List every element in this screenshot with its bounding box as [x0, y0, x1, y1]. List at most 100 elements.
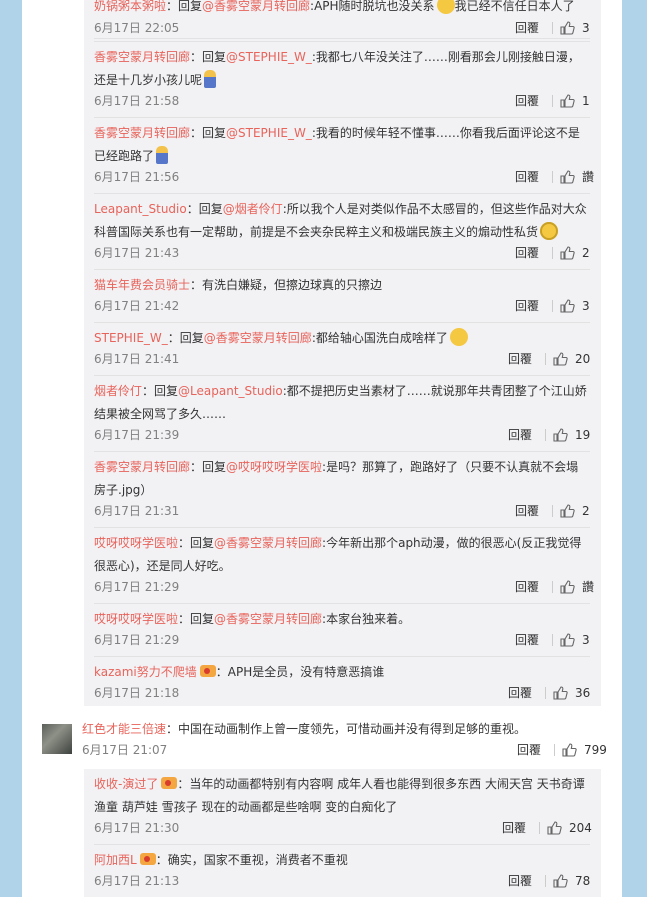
vip-badge-icon [161, 777, 178, 789]
reply-comment: 香雾空蒙月转回廊：回复@STEPHIE_W_:我看的时候年轻不懂事……你看我后面… [94, 122, 594, 187]
like-count: 讚 [582, 170, 595, 184]
reply-button[interactable]: 回覆 [515, 91, 539, 111]
thumbs-up-icon [553, 686, 568, 700]
figure-emoji-icon [204, 70, 217, 88]
commenter-name[interactable]: 烟者伶仃 [94, 384, 142, 398]
commenter-name[interactable]: 收收-演过了 [94, 777, 158, 791]
row-divider [94, 375, 590, 376]
comment-meta: 6月17日 21:39 回覆 19 [94, 425, 590, 445]
like-count: 19 [575, 428, 591, 442]
divider [552, 634, 553, 646]
row-divider [94, 269, 590, 270]
divider [545, 687, 546, 699]
glasses-emoji-icon [540, 222, 559, 240]
commenter-name[interactable]: 香雾空蒙月转回廊 [94, 50, 190, 64]
like-count: 3 [582, 299, 590, 313]
commenter-name[interactable]: 香雾空蒙月转回廊 [94, 126, 190, 140]
thumbs-up-icon [560, 21, 575, 35]
commenter-name[interactable]: 哎呀哎呀学医啦 [94, 612, 178, 626]
divider [552, 581, 553, 593]
mention-link[interactable]: @哎呀哎呀学医啦 [226, 460, 322, 474]
timestamp: 6月17日 21:29 [94, 580, 180, 594]
reply-button[interactable]: 回覆 [508, 349, 532, 369]
comment-meta: 6月17日 22:05 回覆 3 [94, 18, 590, 39]
commenter-name[interactable]: 猫车年费会员骑士 [94, 278, 190, 292]
divider [552, 171, 553, 183]
vip-badge-icon [139, 853, 156, 865]
mention-link[interactable]: @香雾空蒙月转回廊 [204, 331, 312, 345]
like-count: 36 [575, 686, 591, 700]
reply-button[interactable]: 回覆 [517, 740, 541, 760]
vip-badge-icon [199, 665, 216, 677]
mention-link[interactable]: @Leapant_Studio [178, 384, 283, 398]
mention-link[interactable]: @香雾空蒙月转回廊 [214, 612, 322, 626]
reply-button[interactable]: 回覆 [502, 818, 526, 838]
thumbs-up-icon [560, 170, 575, 184]
top-comment: 红色才能三倍速：中国在动画制作上曾一度领先，可惜动画并没有得到足够的重视。 6月… [82, 718, 607, 760]
timestamp: 6月17日 21:30 [94, 821, 180, 835]
mention-link[interactable]: @香雾空蒙月转回廊 [214, 536, 322, 550]
timestamp: 6月17日 21:29 [94, 633, 180, 647]
reply-button[interactable]: 回覆 [515, 296, 539, 316]
reply-comment: STEPHIE_W_：回复@香雾空蒙月转回廊:都给轴心国洗白成啥样了 6月17日… [94, 327, 590, 369]
thumbs-up-icon [560, 580, 575, 594]
commenter-name[interactable]: STEPHIE_W_ [94, 331, 168, 345]
reply-button[interactable]: 回覆 [515, 630, 539, 650]
like-count: 799 [584, 743, 607, 757]
reply-button[interactable]: 回覆 [508, 683, 532, 703]
thumbs-up-icon [560, 246, 575, 260]
commenter-name[interactable]: kazami努力不爬墙 [94, 665, 197, 679]
timestamp: 6月17日 22:05 [94, 21, 180, 35]
commenter-name[interactable]: 哎呀哎呀学医啦 [94, 536, 178, 550]
commenter-name[interactable]: 香雾空蒙月转回廊 [94, 460, 190, 474]
reply-button[interactable]: 回覆 [515, 167, 539, 187]
avatar[interactable] [42, 724, 72, 754]
reply-button[interactable]: 回覆 [515, 243, 539, 263]
timestamp: 6月17日 21:42 [94, 299, 180, 313]
reply-button[interactable]: 回覆 [515, 577, 539, 597]
reply-button[interactable]: 回覆 [508, 425, 532, 445]
divider [554, 744, 555, 756]
thumbs-up-icon [562, 743, 577, 757]
timestamp: 6月17日 21:07 [82, 743, 168, 757]
mention-link[interactable]: @烟者伶仃 [223, 202, 283, 216]
reply-comment: 阿加西L ：确实，国家不重视，消费者不重视 6月17日 21:13 回覆 78 [94, 849, 590, 891]
like-count: 20 [575, 352, 591, 366]
comment-meta: 6月17日 21:42 回覆 3 [94, 296, 590, 316]
timestamp: 6月17日 21:18 [94, 686, 180, 700]
mention-link[interactable]: @香雾空蒙月转回廊 [202, 0, 310, 13]
mention-link[interactable]: @STEPHIE_W_ [226, 50, 312, 64]
timestamp: 6月17日 21:13 [94, 874, 180, 888]
commenter-name[interactable]: 阿加西L [94, 853, 137, 867]
commenter-name[interactable]: 红色才能三倍速 [82, 722, 166, 736]
divider [545, 429, 546, 441]
divider [552, 505, 553, 517]
comment-meta: 6月17日 21:58 回覆 1 [94, 91, 590, 111]
row-divider [94, 322, 590, 323]
reply-comment: 香雾空蒙月转回廊：回复@哎呀哎呀学医啦:是吗？那算了，跑路好了（只要不认真就不会… [94, 456, 590, 521]
commenter-name[interactable]: Leapant_Studio [94, 202, 187, 216]
reply-button[interactable]: 回覆 [515, 18, 539, 38]
comment-meta: 6月17日 21:29 回覆 3 [94, 630, 590, 650]
reply-button[interactable]: 回覆 [508, 871, 532, 891]
comment-meta: 6月17日 21:41 回覆 20 [94, 349, 590, 369]
thumbs-up-icon [560, 94, 575, 108]
thumbs-up-icon [553, 352, 568, 366]
mention-link[interactable]: @STEPHIE_W_ [226, 126, 312, 140]
timestamp: 6月17日 21:31 [94, 504, 180, 518]
reply-comment: 哎呀哎呀学医啦：回复@香雾空蒙月转回廊:本家台独来着。 6月17日 21:29 … [94, 608, 590, 650]
row-divider [94, 41, 590, 42]
reply-button[interactable]: 回覆 [515, 501, 539, 521]
sweat-emoji-icon [449, 328, 468, 346]
emoji-icon [436, 0, 455, 14]
reply-comment: 猫车年费会员骑士：有洗白嫌疑，但擦边球真的只擦边 6月17日 21:42 回覆 … [94, 274, 590, 316]
commenter-name[interactable]: 奶锅粥本粥啦 [94, 0, 166, 13]
timestamp: 6月17日 21:43 [94, 246, 180, 260]
row-divider [94, 38, 590, 39]
divider [552, 247, 553, 259]
comment-meta: 6月17日 21:13 回覆 78 [94, 871, 590, 891]
divider [552, 300, 553, 312]
row-divider [94, 656, 590, 657]
reply-comment: 烟者伶仃：回复@Leapant_Studio:都不提把历史当素材了……就说那年共… [94, 380, 590, 445]
row-divider [94, 117, 590, 118]
